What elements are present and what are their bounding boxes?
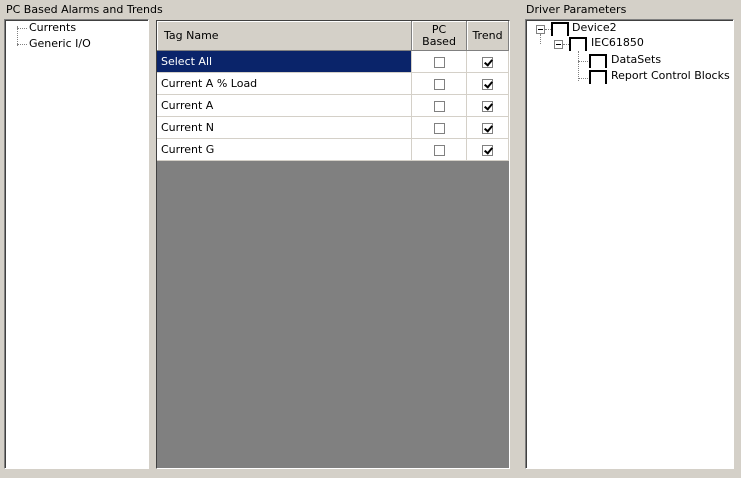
table-row[interactable]: Current N [157,116,509,139]
tree-line [540,34,541,44]
tree-item-iec61850[interactable]: IEC61850 [591,36,644,50]
table-row[interactable]: Select All [157,50,509,73]
tag-table: Tag Name PC Based Trend Select All Curren… [157,21,509,161]
tag-name-cell[interactable]: Current A [157,94,413,117]
pc-based-cell [411,116,468,139]
table-row[interactable]: Current A % Load [157,72,509,95]
tag-grid[interactable]: Tag Name PC Based Trend Select All Curren… [156,20,510,469]
tree-item-generic-io[interactable]: Generic I/O [29,37,91,51]
folder-icon [569,37,587,51]
tree-line [17,26,18,46]
tree-item-report-control-blocks[interactable]: Report Control Blocks [611,69,730,83]
pc-based-checkbox[interactable] [433,100,445,112]
pc-based-checkbox[interactable] [433,144,445,156]
pc-based-cell [411,94,468,117]
trend-cell [466,116,509,139]
driver-tree[interactable]: Device2 IEC61850 DataSets Report Control… [525,19,734,469]
tree-line [17,28,27,29]
trend-cell [466,138,509,161]
tree-item-device2[interactable]: Device2 [572,21,617,35]
tree-line [17,44,27,45]
trend-cell [466,50,509,73]
tree-line [578,78,588,79]
folder-icon [551,22,569,36]
tag-name-cell[interactable]: Current G [157,138,413,161]
alarms-tree[interactable]: Currents Generic I/O [4,19,149,469]
trend-checkbox[interactable] [482,100,493,112]
tree-item-currents[interactable]: Currents [29,21,76,35]
column-header-tag-name[interactable]: Tag Name [157,21,413,51]
trend-checkbox[interactable] [482,56,493,68]
tag-name-cell[interactable]: Current N [157,116,413,139]
pc-based-header-label: PC Based [422,22,456,48]
tag-name-cell[interactable]: Select All [157,50,413,73]
left-panel-title: PC Based Alarms and Trends [6,3,163,16]
tree-line [578,51,579,81]
folder-icon [589,54,607,68]
pc-based-cell [411,72,468,95]
pc-based-checkbox[interactable] [433,56,445,68]
pc-based-checkbox[interactable] [433,78,445,90]
trend-cell [466,94,509,117]
table-row[interactable]: Current G [157,138,509,161]
trend-checkbox[interactable] [482,78,493,90]
trend-checkbox[interactable] [482,122,493,134]
column-header-trend[interactable]: Trend [466,21,509,51]
trend-checkbox[interactable] [482,144,493,156]
trend-cell [466,72,509,95]
tree-item-datasets[interactable]: DataSets [611,53,661,67]
folder-icon [589,70,607,84]
collapse-icon[interactable] [536,25,545,34]
tag-name-cell[interactable]: Current A % Load [157,72,413,95]
right-panel-title: Driver Parameters [526,3,627,16]
pc-based-checkbox[interactable] [433,122,445,134]
collapse-icon[interactable] [554,40,563,49]
pc-based-cell [411,138,468,161]
pc-based-cell [411,50,468,73]
tree-line [578,61,588,62]
table-row[interactable]: Current A [157,94,509,117]
column-header-pc-based[interactable]: PC Based [411,21,468,51]
